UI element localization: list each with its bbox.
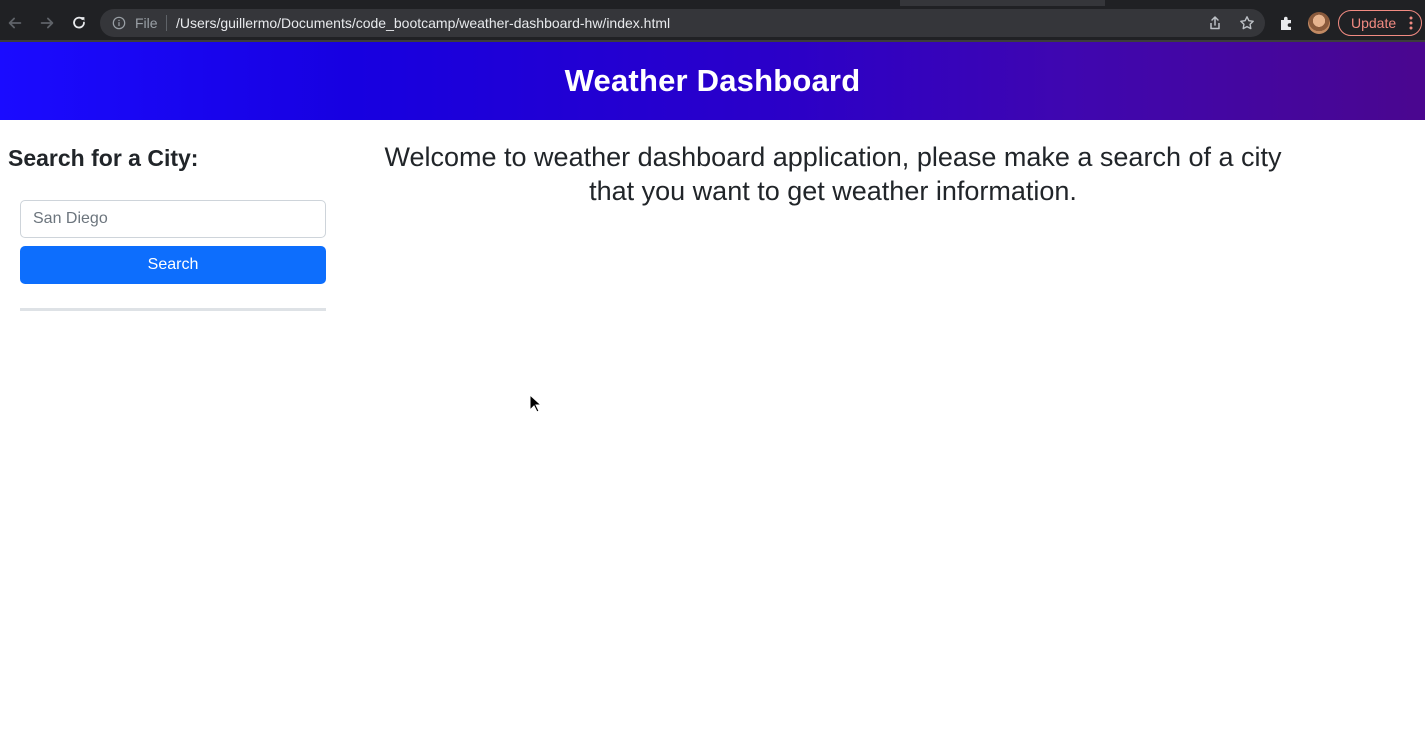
share-icon[interactable] (1207, 15, 1223, 31)
omnibox-divider (166, 15, 167, 31)
city-search-input[interactable] (20, 200, 326, 238)
back-icon (8, 17, 22, 29)
reload-icon (73, 16, 85, 29)
menu-icon[interactable] (1409, 16, 1413, 30)
page-title: Weather Dashboard (564, 63, 861, 98)
address-bar[interactable]: File /Users/guillermo/Documents/code_boo… (100, 9, 1265, 37)
mouse-cursor-icon (529, 394, 543, 413)
search-sidebar: Search for a City: Search (0, 120, 346, 748)
extensions-icon[interactable] (1278, 14, 1296, 32)
inactive-tab-edge[interactable] (1105, 0, 1425, 6)
profile-avatar[interactable] (1308, 12, 1330, 34)
forward-icon (40, 17, 54, 29)
forward-button[interactable] (34, 10, 60, 36)
reload-button[interactable] (66, 10, 92, 36)
tab-strip (0, 0, 1425, 6)
active-tab-edge[interactable] (0, 0, 900, 6)
search-heading: Search for a City: (8, 145, 199, 171)
search-button[interactable]: Search (20, 246, 326, 284)
url-text[interactable]: /Users/guillermo/Documents/code_bootcamp… (176, 15, 670, 31)
scheme-label: File (135, 15, 158, 31)
star-icon[interactable] (1239, 15, 1255, 31)
update-label: Update (1351, 15, 1397, 31)
update-button[interactable]: Update (1338, 10, 1422, 36)
search-history-divider (20, 308, 326, 311)
welcome-message: Welcome to weather dashboard application… (384, 142, 1282, 206)
info-icon[interactable] (112, 16, 126, 30)
browser-toolbar: File /Users/guillermo/Documents/code_boo… (0, 0, 1425, 44)
back-button[interactable] (2, 10, 28, 36)
page-header: Weather Dashboard (0, 42, 1425, 120)
